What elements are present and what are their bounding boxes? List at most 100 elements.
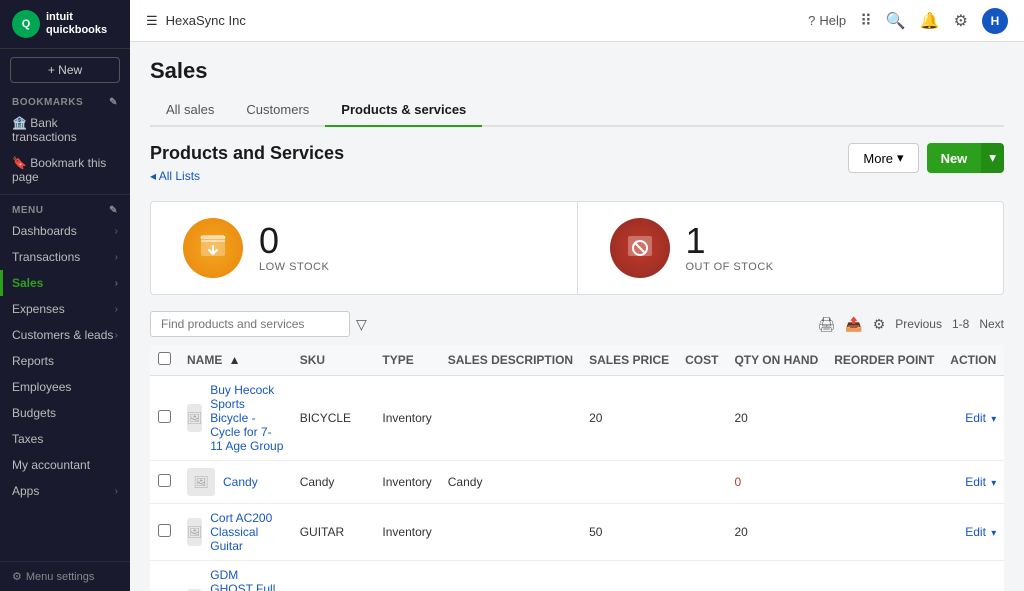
row-checkbox[interactable]	[158, 524, 171, 537]
print-icon[interactable]: 🖨	[818, 316, 836, 333]
new-product-button[interactable]: New	[927, 143, 982, 173]
out-of-stock-card[interactable]: 1 OUT OF STOCK	[577, 202, 1004, 294]
low-stock-card[interactable]: 0 LOW STOCK	[151, 202, 577, 294]
sidebar-item-taxes[interactable]: Taxes	[0, 426, 130, 452]
row-sales-price-cell: 20	[581, 376, 677, 461]
sidebar-item-bank-transactions[interactable]: 🏦 Bank transactions	[0, 110, 130, 150]
tab-customers[interactable]: Customers	[230, 94, 325, 127]
bookmarks-edit-icon[interactable]: ✎	[109, 97, 118, 108]
out-of-stock-icon	[610, 218, 670, 278]
table-row: 🖼 Cort AC200 Classical Guitar GUITAR Inv…	[150, 504, 1004, 561]
action-dropdown[interactable]: ▾	[991, 528, 996, 539]
sidebar: Q intuitquickbooks + New BOOKMARKS ✎ 🏦 B…	[0, 0, 130, 591]
row-cost-cell	[677, 561, 726, 591]
row-sales-price-cell: 50	[581, 561, 677, 591]
sidebar-item-sales[interactable]: Sales›	[0, 270, 130, 296]
sidebar-item-bookmark-page[interactable]: 🔖 Bookmark this page	[0, 150, 130, 190]
menu-settings[interactable]: ⚙ Menu settings	[0, 561, 130, 591]
sales-tabs: All sales Customers Products & services	[150, 94, 1004, 127]
row-qty-cell: 0	[726, 461, 826, 504]
row-action-cell: Edit ▾	[942, 376, 1004, 461]
settings-icon[interactable]: ⚙	[954, 11, 968, 31]
page-title: Sales	[150, 58, 1004, 84]
th-name: NAME ▲	[179, 345, 292, 376]
row-checkbox-cell	[150, 504, 179, 561]
gear-icon: ⚙	[12, 570, 22, 583]
row-sales-price-cell	[581, 461, 677, 504]
edit-link[interactable]: Edit	[965, 525, 986, 539]
export-icon[interactable]: 📤	[845, 316, 862, 333]
hamburger-icon[interactable]: ☰	[146, 13, 158, 29]
tab-products-services[interactable]: Products & services	[325, 94, 482, 127]
sidebar-item-customers-leads[interactable]: Customers & leads›	[0, 322, 130, 348]
row-reorder-cell	[826, 376, 942, 461]
topbar-right: ? Help ⠿ 🔍 🔔 ⚙ H	[808, 8, 1008, 34]
row-checkbox-cell	[150, 561, 179, 591]
row-sales-desc-cell	[440, 504, 581, 561]
select-all-checkbox[interactable]	[158, 352, 171, 365]
th-sales-description: SALES DESCRIPTION	[440, 345, 581, 376]
action-dropdown[interactable]: ▾	[991, 478, 996, 489]
row-type-cell: Inventory	[374, 561, 439, 591]
row-name-cell: 🖼 Buy Hecock Sports Bicycle - Cycle for …	[179, 376, 292, 461]
sidebar-item-my-accountant[interactable]: My accountant	[0, 452, 130, 478]
sidebar-item-apps[interactable]: Apps›	[0, 478, 130, 504]
sidebar-item-budgets[interactable]: Budgets	[0, 400, 130, 426]
th-sku: SKU	[292, 345, 375, 376]
column-settings-icon[interactable]: ⚙	[873, 316, 886, 333]
row-type-cell: Inventory	[374, 504, 439, 561]
action-dropdown[interactable]: ▾	[991, 414, 996, 425]
tab-all-sales[interactable]: All sales	[150, 94, 230, 127]
row-checkbox[interactable]	[158, 474, 171, 487]
product-name[interactable]: Buy Hecock Sports Bicycle - Cycle for 7-…	[210, 383, 283, 453]
sidebar-item-reports[interactable]: Reports	[0, 348, 130, 374]
sidebar-item-employees[interactable]: Employees	[0, 374, 130, 400]
topbar: ☰ HexaSync Inc ? Help ⠿ 🔍 🔔 ⚙ H	[130, 0, 1024, 42]
sidebar-item-transactions[interactable]: Transactions›	[0, 244, 130, 270]
edit-link[interactable]: Edit	[965, 411, 986, 425]
th-checkbox	[150, 345, 179, 376]
row-checkbox[interactable]	[158, 410, 171, 423]
menu-edit-icon[interactable]: ✎	[109, 205, 118, 216]
help-link[interactable]: ? Help	[808, 13, 846, 28]
new-button[interactable]: + New	[10, 57, 120, 83]
product-name[interactable]: GDM GHOST Full Face Motorcycle Helmet	[210, 568, 283, 591]
row-reorder-cell	[826, 504, 942, 561]
search-area: ▽	[150, 311, 367, 337]
table-body: 🖼 Buy Hecock Sports Bicycle - Cycle for …	[150, 376, 1004, 591]
th-cost: COST	[677, 345, 726, 376]
pagination-next[interactable]: Next	[979, 317, 1004, 331]
table-row: 🖼 GDM GHOST Full Face Motorcycle Helmet …	[150, 561, 1004, 591]
action-bar: More ▾ New ▾	[848, 143, 1004, 173]
product-name[interactable]: Candy	[223, 475, 258, 489]
pagination-prev[interactable]: Previous	[895, 317, 942, 331]
filter-icon[interactable]: ▽	[356, 316, 367, 333]
avatar[interactable]: H	[982, 8, 1008, 34]
row-name-cell: 🖼 Candy	[179, 461, 292, 504]
row-name-cell: 🖼 Cort AC200 Classical Guitar	[179, 504, 292, 561]
apps-icon[interactable]: ⠿	[860, 11, 872, 31]
row-cost-cell	[677, 461, 726, 504]
edit-link[interactable]: Edit	[965, 475, 986, 489]
more-button[interactable]: More ▾	[848, 143, 918, 173]
notifications-icon[interactable]: 🔔	[920, 11, 940, 31]
row-reorder-cell	[826, 461, 942, 504]
table-row: 🖼 Candy Candy Inventory Candy 0 Edit ▾	[150, 461, 1004, 504]
row-reorder-cell	[826, 561, 942, 591]
low-stock-count: 0	[259, 223, 329, 259]
row-sku-cell: BICYCLE	[292, 376, 375, 461]
toolbar-right: 🖨 📤 ⚙ Previous 1-8 Next	[818, 316, 1005, 333]
all-lists-link[interactable]: ◂ All Lists	[150, 169, 200, 183]
logo-text: intuitquickbooks	[46, 11, 107, 37]
search-input[interactable]	[150, 311, 350, 337]
sidebar-item-dashboards[interactable]: Dashboards›	[0, 218, 130, 244]
product-thumb: 🖼	[187, 404, 202, 432]
row-action-cell: Edit ▾	[942, 504, 1004, 561]
row-checkbox-cell	[150, 376, 179, 461]
row-checkbox-cell	[150, 461, 179, 504]
product-name[interactable]: Cort AC200 Classical Guitar	[210, 511, 283, 553]
help-icon: ?	[808, 13, 815, 28]
search-icon[interactable]: 🔍	[886, 11, 906, 31]
sidebar-item-expenses[interactable]: Expenses›	[0, 296, 130, 322]
new-product-dropdown[interactable]: ▾	[981, 143, 1004, 173]
